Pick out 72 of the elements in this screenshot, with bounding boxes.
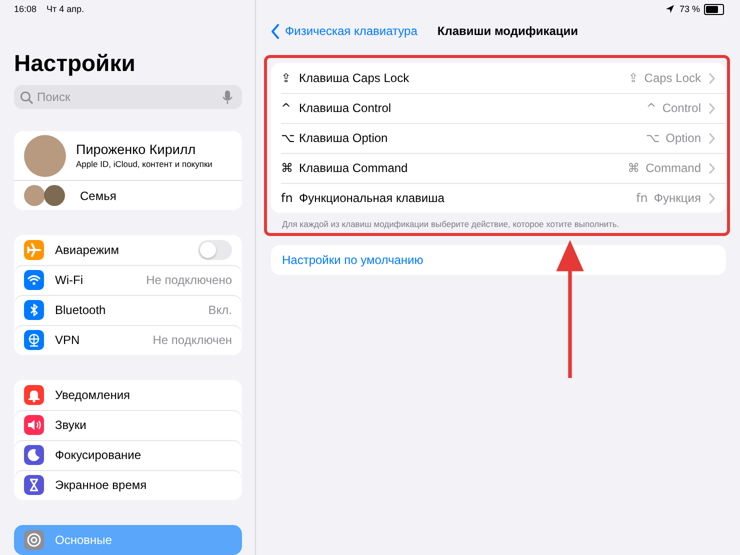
key-label: Функциональная клавиша	[299, 191, 446, 205]
sidebar-item[interactable]: Bluetooth Вкл.	[14, 295, 242, 325]
item-label: Звуки	[55, 418, 88, 432]
key-label: Клавиша Caps Lock	[299, 71, 410, 85]
sidebar-item[interactable]: VPN Не подключен	[14, 325, 242, 355]
modifier-key-row[interactable]: ⌘ Клавиша Command ⌘ Command	[281, 153, 726, 183]
item-value: Не подключено	[146, 273, 232, 287]
item-label: Bluetooth	[55, 303, 107, 317]
key-symbol: fn	[636, 191, 648, 205]
key-symbol: fn	[281, 191, 294, 205]
key-symbol: ⇪	[281, 71, 292, 85]
chevron-icon	[709, 162, 715, 174]
profile-row[interactable]: Пироженко Кирилл Apple ID, iCloud, контент и покупки	[14, 131, 242, 180]
modifier-key-row[interactable]: fn Функциональная клавиша fn Функция	[281, 183, 726, 213]
key-value: Control	[662, 101, 701, 115]
reset-defaults-button[interactable]: Настройки по умолчанию	[271, 245, 726, 275]
key-symbol: ⌥	[281, 131, 296, 145]
key-symbol: ^	[646, 101, 656, 115]
item-label: Уведомления	[55, 388, 132, 402]
avatar	[24, 185, 45, 206]
sidebar-item[interactable]: Уведомления	[14, 380, 242, 410]
key-symbol: ⌘	[628, 161, 640, 175]
search-icon	[20, 91, 33, 104]
settings-title: Настройки	[14, 49, 136, 77]
chevron-icon	[709, 132, 715, 144]
item-label: Фокусирование	[55, 448, 142, 462]
key-label: Клавиша Control	[299, 101, 392, 115]
modifier-key-row[interactable]: ^ Клавиша Control ^ Control	[281, 93, 726, 123]
sidebar-item[interactable]: Звуки	[14, 410, 242, 440]
key-value: Caps Lock	[644, 71, 701, 85]
chevron-icon	[709, 72, 715, 84]
profile-subtitle: Apple ID, iCloud, контент и покупки	[76, 159, 212, 169]
avatar	[44, 185, 65, 206]
location-icon	[665, 4, 676, 14]
page-title: Клавиши модификации	[437, 24, 578, 38]
sidebar-item[interactable]: Wi-Fi Не подключено	[14, 265, 242, 295]
search-field[interactable]: Поиск	[14, 85, 242, 109]
microphone-icon	[222, 90, 233, 104]
item-value: Не подключен	[152, 333, 232, 347]
key-symbol: ⌘	[281, 161, 294, 175]
battery-percent: 73 %	[679, 4, 700, 14]
item-label: Экранное время	[55, 478, 148, 492]
key-symbol: ⇪	[628, 71, 638, 85]
battery-icon	[704, 4, 724, 14]
key-symbol: ^	[281, 101, 292, 115]
back-chevron-icon	[271, 24, 280, 38]
key-symbol: ⌥	[646, 131, 660, 145]
key-value: Option	[666, 131, 701, 145]
avatar	[24, 134, 66, 176]
chevron-icon	[709, 102, 715, 114]
footnote: Для каждой из клавиш модификации выберите действие, которое хотите выполнить.	[281, 218, 620, 229]
item-value: Вкл.	[208, 303, 232, 317]
status-date: Чт 4 апр.	[46, 4, 84, 14]
sidebar-item[interactable]: Фокусирование	[14, 440, 242, 470]
item-label: Основные	[55, 533, 113, 547]
item-label: Wi-Fi	[55, 273, 84, 287]
key-value: Функция	[654, 191, 701, 205]
key-label: Клавиша Option	[299, 131, 389, 145]
item-label: VPN	[55, 333, 81, 347]
status-time: 16:08	[14, 4, 37, 14]
sidebar-item[interactable]: Экранное время	[14, 470, 242, 500]
modifier-key-row[interactable]: ⇪ Клавиша Caps Lock ⇪ Caps Lock	[281, 63, 726, 93]
family-row[interactable]: Семья	[14, 180, 242, 210]
back-link[interactable]: Физическая клавиатура	[271, 24, 418, 38]
item-label: Авиарежим	[55, 243, 120, 257]
modifier-key-row[interactable]: ⌥ Клавиша Option ⌥ Option	[281, 123, 726, 153]
sidebar-item[interactable]: Авиарежим	[14, 235, 242, 265]
chevron-icon	[709, 192, 715, 204]
key-value: Command	[646, 161, 701, 175]
toggle-switch[interactable]	[198, 240, 232, 260]
profile-name: Пироженко Кирилл	[76, 142, 197, 157]
key-label: Клавиша Command	[299, 161, 409, 175]
